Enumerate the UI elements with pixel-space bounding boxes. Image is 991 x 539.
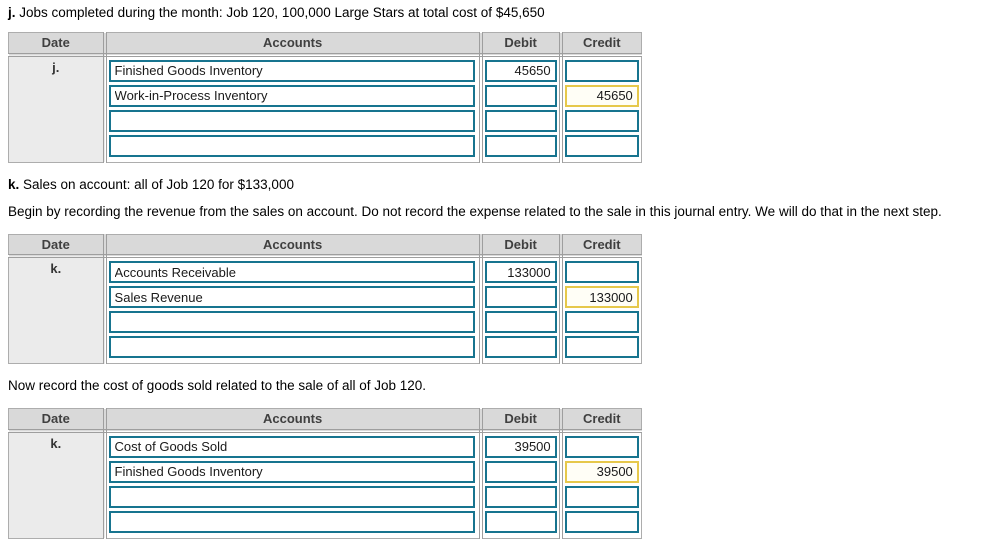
column-header-accounts: Accounts <box>104 234 483 258</box>
column-header-date: Date <box>8 408 107 433</box>
debit-input[interactable] <box>484 336 557 358</box>
column-header-credit: Credit <box>560 408 642 433</box>
column-header-date: Date <box>8 32 107 57</box>
account-input[interactable] <box>108 460 475 483</box>
column-header-accounts: Accounts <box>104 32 483 57</box>
date-cell: k. <box>8 256 107 364</box>
credit-input-highlighted[interactable] <box>564 286 639 308</box>
accounts-column <box>104 430 483 538</box>
credit-column <box>561 55 642 163</box>
revenue-instruction: Begin by recording the revenue from the … <box>8 203 942 219</box>
column-header-credit: Credit <box>560 234 642 258</box>
debit-input[interactable] <box>484 510 557 533</box>
journal-entry-worksheet: j. Jobs completed during the month: Job … <box>0 0 991 539</box>
debit-input[interactable] <box>484 286 557 308</box>
credit-input-highlighted[interactable] <box>564 460 639 483</box>
debit-column <box>480 256 563 364</box>
date-cell: k. <box>8 430 107 538</box>
prompt-k: k. Sales on account: all of Job 120 for … <box>8 177 991 192</box>
prompt-j-label: j. <box>8 5 16 20</box>
account-input[interactable] <box>108 485 475 508</box>
journal-table-sales-revenue: Date Accounts Debit Credit k. <box>8 233 642 364</box>
prompt-k-text: Sales on account: all of Job 120 for $13… <box>19 176 294 192</box>
account-input[interactable] <box>108 336 475 358</box>
debit-input[interactable] <box>484 435 557 458</box>
debit-column <box>480 430 563 538</box>
credit-input[interactable] <box>564 134 639 157</box>
table-body-row: k. <box>8 430 642 539</box>
account-input[interactable] <box>108 59 475 82</box>
table-body-row: j. <box>8 54 642 163</box>
credit-input[interactable] <box>564 435 639 458</box>
account-input[interactable] <box>108 134 475 157</box>
debit-input[interactable] <box>484 59 557 82</box>
credit-input[interactable] <box>564 59 639 82</box>
journal-table-cost-of-goods-sold: Date Accounts Debit Credit k. <box>8 408 642 539</box>
date-cell: j. <box>8 54 107 162</box>
credit-input-highlighted[interactable] <box>564 84 639 107</box>
column-header-date: Date <box>8 234 107 258</box>
debit-input[interactable] <box>484 261 557 283</box>
credit-input[interactable] <box>564 109 639 132</box>
column-header-debit: Debit <box>480 408 563 433</box>
debit-input[interactable] <box>484 460 557 483</box>
table-header-row: Date Accounts Debit Credit <box>8 32 642 57</box>
table-header-row: Date Accounts Debit Credit <box>8 234 642 258</box>
credit-input[interactable] <box>564 311 639 333</box>
credit-input[interactable] <box>564 510 639 533</box>
account-input[interactable] <box>108 510 475 533</box>
cogs-instruction: Now record the cost of goods sold relate… <box>8 378 426 393</box>
prompt-j: j. Jobs completed during the month: Job … <box>8 5 991 20</box>
prompt-k-label: k. <box>8 176 20 192</box>
account-input[interactable] <box>108 261 475 283</box>
credit-column <box>561 256 642 364</box>
credit-input[interactable] <box>564 336 639 358</box>
credit-column <box>561 431 642 539</box>
column-header-credit: Credit <box>560 32 642 57</box>
accounts-column <box>104 256 483 364</box>
debit-input[interactable] <box>484 311 557 333</box>
debit-input[interactable] <box>484 84 557 107</box>
debit-input[interactable] <box>484 109 557 132</box>
account-input[interactable] <box>108 286 475 308</box>
journal-table-jobs-completed: Date Accounts Debit Credit j. <box>8 32 642 163</box>
column-header-accounts: Accounts <box>104 408 483 433</box>
account-input[interactable] <box>108 435 475 458</box>
credit-input[interactable] <box>564 485 639 508</box>
debit-column <box>480 54 563 162</box>
prompt-j-text: Jobs completed during the month: Job 120… <box>15 5 545 20</box>
debit-input[interactable] <box>484 134 557 157</box>
account-input[interactable] <box>108 109 475 132</box>
debit-input[interactable] <box>484 485 557 508</box>
account-input[interactable] <box>108 84 475 107</box>
table-body-row: k. <box>8 256 642 364</box>
column-header-debit: Debit <box>480 234 563 258</box>
column-header-debit: Debit <box>480 32 563 57</box>
accounts-column <box>104 54 483 162</box>
account-input[interactable] <box>108 311 475 333</box>
table-header-row: Date Accounts Debit Credit <box>8 408 642 433</box>
credit-input[interactable] <box>564 261 639 283</box>
